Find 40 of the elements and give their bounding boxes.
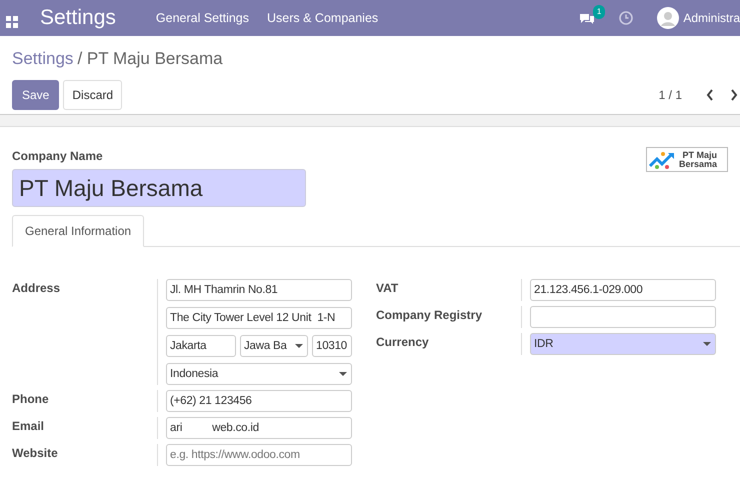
select-field[interactable]: IDR [530, 333, 716, 355]
next-icon[interactable] [730, 88, 738, 100]
messages-button[interactable] [579, 11, 596, 25]
company-name-field[interactable]: PT Maju Bersama [12, 169, 306, 207]
tab[interactable]: General Information [12, 215, 144, 247]
field-label: Phone [12, 391, 50, 408]
logo-text: PT Maju [682, 150, 718, 160]
menu-item[interactable]: Users & Companies [267, 8, 378, 28]
field-label: Website [12, 445, 59, 462]
menu-item[interactable]: General Settings [156, 8, 249, 28]
save-button[interactable]: Save [12, 80, 60, 110]
logo-text: Bersama [679, 160, 718, 168]
pager-text: 1 / 1 [658, 86, 682, 104]
user-name[interactable]: Administra [683, 9, 740, 27]
select-field[interactable]: Jawa Ba [240, 335, 308, 357]
field-label: Email [12, 418, 46, 435]
input-field[interactable]: (+62) 21 123456 [166, 390, 352, 412]
field-label: VAT [376, 280, 400, 297]
avatar[interactable] [657, 7, 680, 29]
select-field[interactable]: Indonesia [166, 363, 352, 385]
input-field[interactable]: e.g. https://www.odoo.com [166, 444, 352, 466]
field-label: Company Name [12, 148, 104, 165]
input-field[interactable]: The City Tower Level 12 Unit 1-N [166, 307, 352, 329]
app-title: Settings [40, 5, 116, 32]
input-field[interactable] [530, 306, 716, 328]
input-field[interactable]: Jakarta [166, 335, 236, 357]
breadcrumb-link[interactable]: Settings [12, 49, 74, 68]
input-field[interactable]: ari web.co.id [166, 417, 352, 439]
activity-clock-icon[interactable] [619, 11, 634, 25]
field-label: Address [12, 280, 62, 297]
breadcrumb-current: / PT Maju Bersama [77, 49, 223, 68]
input-field[interactable]: Jl. MH Thamrin No.81 [166, 279, 352, 301]
field-label: Currency [376, 334, 430, 351]
input-field[interactable]: 10310 [312, 335, 352, 357]
discard-button[interactable]: Discard [63, 80, 122, 110]
previous-icon[interactable] [706, 88, 714, 100]
chart-icon [649, 150, 677, 170]
input-field[interactable]: 21.123.456.1-029.000 [530, 279, 716, 301]
count-badge: 1 [592, 5, 606, 19]
field-label: Company Registry [376, 307, 484, 324]
